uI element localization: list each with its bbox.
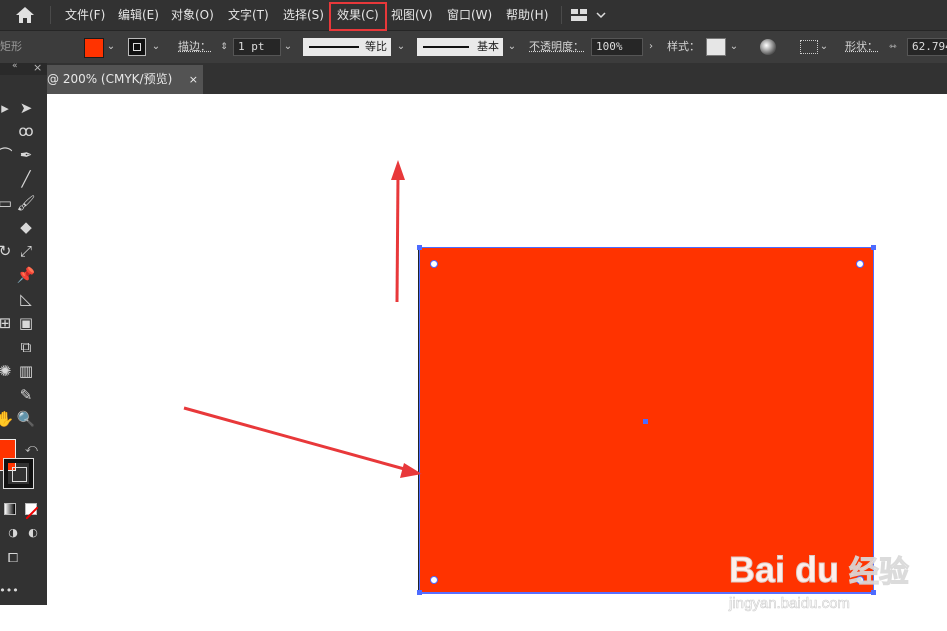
diagonal-arrow-annotation (183, 406, 422, 478)
jingyan-logo-text: 经验 (849, 555, 909, 590)
baidu-logo-text: Bai du (729, 549, 839, 590)
watermark-url: jingyan.baidu.com (728, 595, 850, 612)
baidu-jingyan-watermark: Bai du 经验 jingyan.baidu.com (727, 524, 942, 620)
up-arrow-annotation (391, 160, 405, 303)
